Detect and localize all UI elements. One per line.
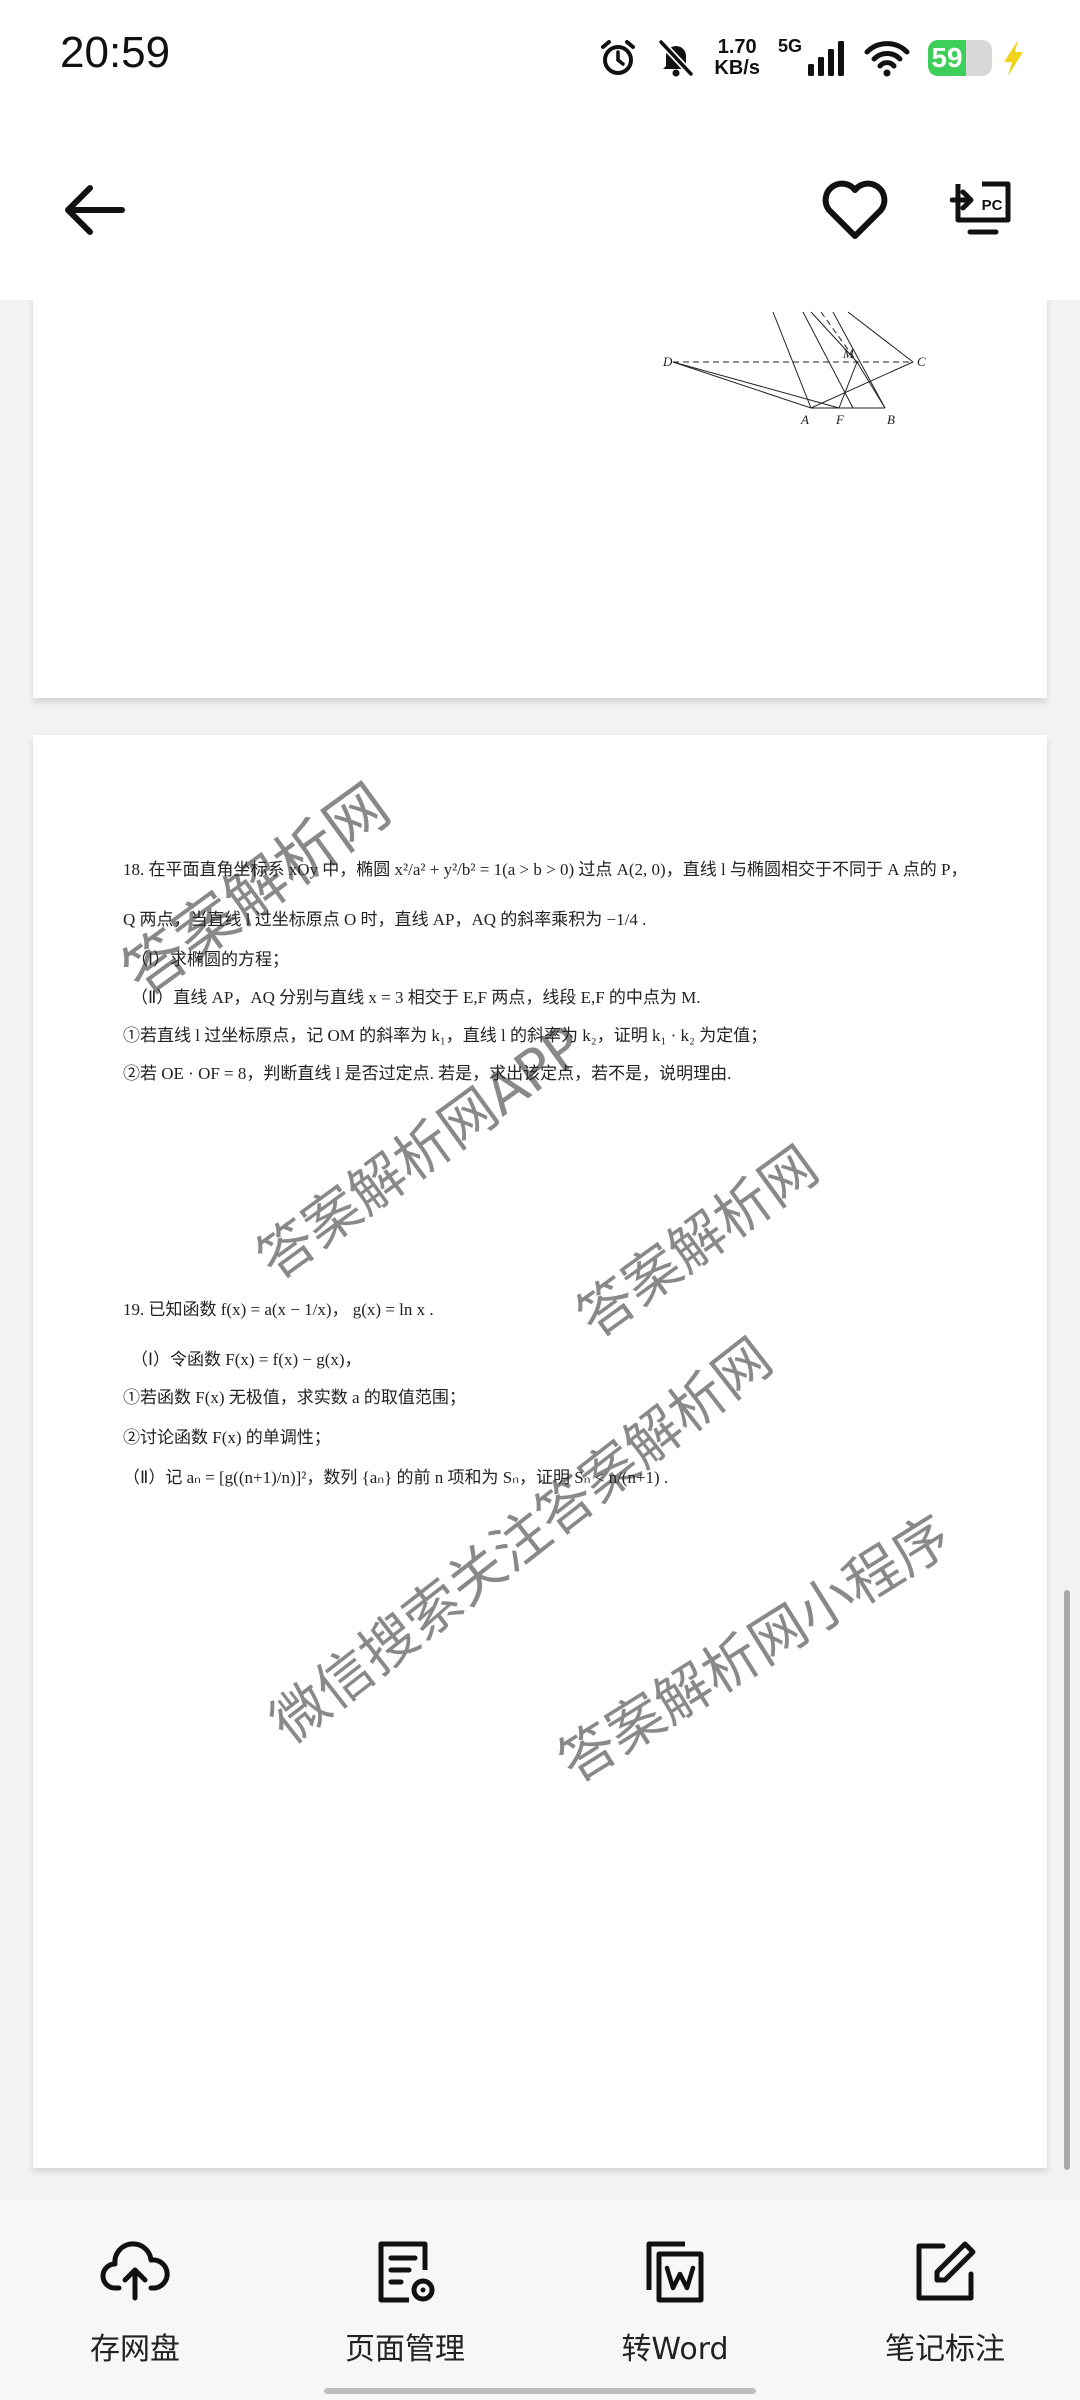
wifi-icon [864, 41, 910, 77]
watermark: 答案解析网 [109, 769, 403, 1011]
problem-19-line: （Ⅱ）记 aₙ = [g((n+1)/n)]²，数列 {aₙ} 的前 n 项和为… [123, 1468, 669, 1487]
document-viewer[interactable]: D A F B C M 18. 在平面直角坐标系 xOy 中，椭圆 x²/a² … [0, 300, 1080, 2200]
charging-icon [1004, 40, 1023, 76]
back-icon[interactable] [60, 180, 130, 240]
geometry-figure: D A F B C M [662, 311, 926, 427]
network-speed-value: 1.70 [717, 36, 757, 58]
vertical-scrollbar[interactable] [1064, 1590, 1070, 2170]
pc-transfer-icon[interactable]: PC [950, 178, 1016, 242]
page-manage-icon [378, 2241, 435, 2303]
convert-word-label: 转Word [621, 2332, 729, 2367]
watermark: 答案解析网 [565, 1133, 831, 1352]
network-speed-unit: KB/s [714, 57, 760, 79]
convert-word-button[interactable]: 转Word [540, 2200, 810, 2400]
problem-18-line: ①若直线 l 过坐标原点，记 OM 的斜率为 k₁，直线 l 的斜率为 k₂，证… [123, 1026, 768, 1045]
home-indicator[interactable] [324, 2388, 756, 2394]
page-manage-button[interactable]: 页面管理 [270, 2200, 540, 2400]
problem-19-line: （Ⅰ）令函数 F(x) = f(x) − g(x)， [131, 1350, 362, 1369]
problem-18-line: ②若 OE · OF = 8，判断直线 l 是否过定点. 若是，求出该定点，若不… [123, 1064, 732, 1083]
document-page: D A F B C M [33, 300, 1047, 698]
figure-label-m: M [842, 346, 855, 361]
problem-18-line: 18. 在平面直角坐标系 xOy 中，椭圆 x²/a² + y²/b² = 1(… [123, 860, 968, 879]
status-bar: 20:59 1.70 KB/s 5G 59 [0, 0, 1080, 120]
mute-bell-icon [658, 39, 694, 77]
problem-18-line: （Ⅱ）直线 AP，AQ 分别与直线 x = 3 相交于 E,F 两点，线段 E,… [131, 988, 701, 1007]
battery-icon: 59 [928, 40, 992, 76]
watermark: 答案解析网小程序 [547, 1503, 963, 1797]
watermark: 答案解析网APP [245, 1013, 597, 1294]
figure-label-a: A [800, 412, 809, 427]
status-icons: 1.70 KB/s 5G 59 [598, 34, 1026, 82]
page-manage-label: 页面管理 [345, 2332, 465, 2367]
problem-19-line: 19. 已知函数 f(x) = a(x − 1/x)， g(x) = ln x … [123, 1300, 434, 1319]
save-to-cloud-label: 存网盘 [90, 2332, 180, 2367]
problem-18-line: Q 两点，当直线 l 过坐标原点 O 时，直线 AP，AQ 的斜率乘积为 −1/… [123, 910, 647, 929]
figure-label-d: D [662, 354, 673, 369]
cloud-upload-icon [100, 2241, 170, 2301]
note-edit-icon [916, 2241, 976, 2301]
signal-icon [808, 41, 844, 76]
save-to-cloud-button[interactable]: 存网盘 [0, 2200, 270, 2400]
network-speed: 1.70 KB/s [714, 37, 760, 79]
note-annotate-label: 笔记标注 [885, 2332, 1005, 2367]
figure-label-f: F [835, 412, 845, 427]
word-convert-icon [646, 2241, 704, 2303]
status-time: 20:59 [60, 28, 171, 77]
top-toolbar: PC [0, 120, 1080, 300]
heart-icon[interactable] [820, 178, 890, 242]
bottom-toolbar: 存网盘 页面管理 转Word 笔记标注 [0, 2200, 1080, 2400]
network-type: 5G [777, 35, 802, 56]
figure-label-b: B [887, 412, 895, 427]
pc-label: PC [982, 197, 1003, 214]
problem-18-line: （Ⅰ）求椭圆的方程； [131, 950, 290, 969]
figure-label-c: C [917, 354, 926, 369]
battery-level: 59 [931, 42, 963, 73]
problem-19-line: ②讨论函数 F(x) 的单调性； [123, 1428, 331, 1447]
alarm-icon [601, 40, 636, 75]
note-annotate-button[interactable]: 笔记标注 [810, 2200, 1080, 2400]
problem-19-line: ①若函数 F(x) 无极值，求实数 a 的取值范围； [123, 1388, 466, 1407]
document-page: 18. 在平面直角坐标系 xOy 中，椭圆 x²/a² + y²/b² = 1(… [33, 735, 1047, 2168]
